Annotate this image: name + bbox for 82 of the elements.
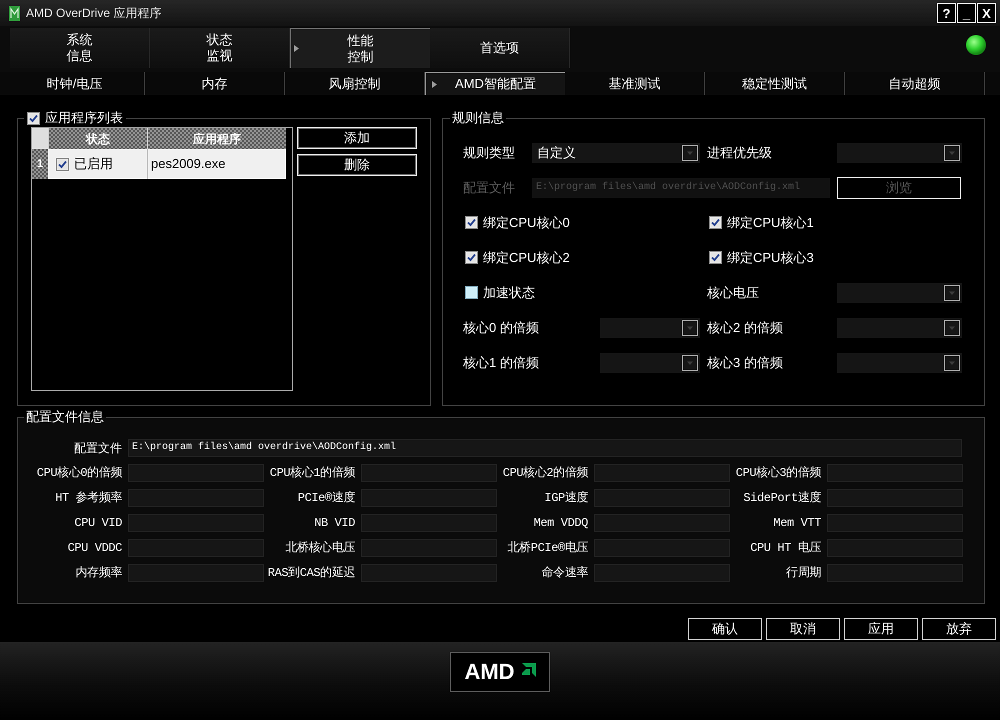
column-header[interactable]: 应用程序 — [147, 128, 286, 149]
dropdown[interactable] — [837, 352, 962, 372]
minimize-button[interactable]: _ — [957, 3, 976, 23]
tab[interactable]: 首选项 — [430, 28, 570, 68]
cell-text: 已启用 — [74, 155, 113, 174]
field-label: RAS到CAS的延迟 — [266, 564, 355, 582]
tab[interactable]: 基准测试 — [565, 72, 705, 95]
checkbox-label: 加速状态 — [483, 284, 535, 302]
tab[interactable]: 内存 — [145, 72, 285, 95]
field-label: 行周期 — [785, 564, 821, 582]
dropdown[interactable] — [600, 318, 700, 338]
row-number-cell: 1 — [32, 149, 48, 179]
tab[interactable]: 状态 监视 — [150, 28, 290, 68]
field-label: 规则类型 — [463, 144, 516, 162]
field-label: 进程优先级 — [707, 144, 773, 162]
dropdown[interactable] — [837, 142, 962, 162]
checkbox[interactable] — [56, 158, 69, 170]
field-label: 核心2 的倍频 — [707, 318, 784, 337]
table-cell: pes2009.exe — [147, 149, 286, 179]
field-label: 核心电压 — [707, 284, 760, 302]
tab[interactable]: 稳定性测试 — [705, 72, 845, 95]
checkbox-label: 绑定CPU核心1 — [727, 214, 814, 232]
field-label: 北桥PCIe®电压 — [506, 540, 588, 556]
checkbox[interactable] — [709, 216, 722, 229]
field-label: CPU核心3的倍频 — [734, 464, 821, 482]
field-label: 内存频率 — [74, 564, 122, 582]
checkbox[interactable] — [709, 251, 722, 264]
help-button[interactable]: ? — [937, 3, 956, 23]
field-label: 命令速率 — [540, 564, 588, 582]
apply-button[interactable]: 应用 — [844, 618, 918, 640]
field-label: NB VID — [313, 514, 355, 532]
dropdown[interactable] — [600, 352, 700, 372]
value-field: E:\program files\amd overdrive\AODConfig.xml — [128, 438, 962, 456]
tab[interactable]: 自动超频 — [845, 72, 985, 95]
cancel-button[interactable]: 取消 — [766, 618, 840, 640]
status-light-icon — [966, 35, 986, 55]
checkbox[interactable] — [465, 251, 478, 264]
checkbox-label: 绑定CPU核心0 — [483, 214, 570, 232]
field-label: CPU核心2的倍频 — [502, 464, 588, 482]
arrow-icon — [432, 81, 437, 88]
field-label: CPU核心1的倍频 — [268, 464, 355, 482]
field-label: Mem VTT — [772, 514, 821, 532]
dropdown[interactable] — [837, 282, 962, 302]
group-title: 规则信息 — [452, 111, 504, 125]
table-corner-cell — [32, 128, 48, 149]
field-label: CPU核心0的倍频 — [36, 464, 122, 482]
app-icon — [9, 6, 20, 20]
logo-text: AMD — [464, 661, 515, 683]
checkbox[interactable] — [27, 112, 40, 124]
field-label: IGP速度 — [543, 490, 588, 506]
checkbox-label: 绑定CPU核心3 — [727, 248, 814, 267]
dropdown[interactable] — [837, 318, 962, 338]
dropdown[interactable]: 自定义 — [532, 142, 700, 162]
field-label: 配置文件 — [463, 178, 516, 197]
delete-button[interactable]: 删除 — [297, 154, 417, 176]
field-label: 配置文件 — [73, 440, 122, 456]
tab[interactable]: 性能 控制 — [290, 28, 430, 68]
window-title: AMD OverDrive 应用程序 — [26, 5, 162, 22]
ok-button[interactable]: 确认 — [688, 618, 762, 640]
close-button[interactable]: X — [977, 3, 996, 23]
field-label: 北桥核心电压 — [284, 540, 355, 556]
field-label: SidePort速度 — [742, 490, 821, 506]
tab[interactable]: AMD智能配置 — [425, 72, 565, 95]
tab[interactable]: 时钟/电压 — [5, 72, 145, 95]
field-label: CPU HT 电压 — [749, 540, 821, 556]
field-label: PCIe®速度 — [296, 490, 355, 506]
field-label: CPU VID — [73, 514, 122, 532]
field-label: CPU VDDC — [66, 540, 122, 556]
checkbox[interactable] — [465, 216, 478, 229]
checkbox[interactable] — [465, 286, 478, 299]
tab[interactable]: 系统 信息 — [10, 28, 150, 68]
field-label: Mem VDDQ — [532, 514, 588, 532]
field-label: 核心3 的倍频 — [707, 354, 784, 372]
group-title: 应用程序列表 — [45, 111, 123, 125]
field-label: 核心1 的倍频 — [463, 354, 539, 372]
field-label: HT 参考频率 — [54, 490, 122, 506]
field-label: 核心0 的倍频 — [463, 318, 539, 337]
arrow-icon — [294, 45, 299, 52]
checkbox-label: 绑定CPU核心2 — [483, 248, 570, 267]
group-title: 配置文件信息 — [26, 410, 104, 424]
add-button[interactable]: 添加 — [297, 127, 417, 149]
discard-button[interactable]: 放弃 — [922, 618, 996, 640]
